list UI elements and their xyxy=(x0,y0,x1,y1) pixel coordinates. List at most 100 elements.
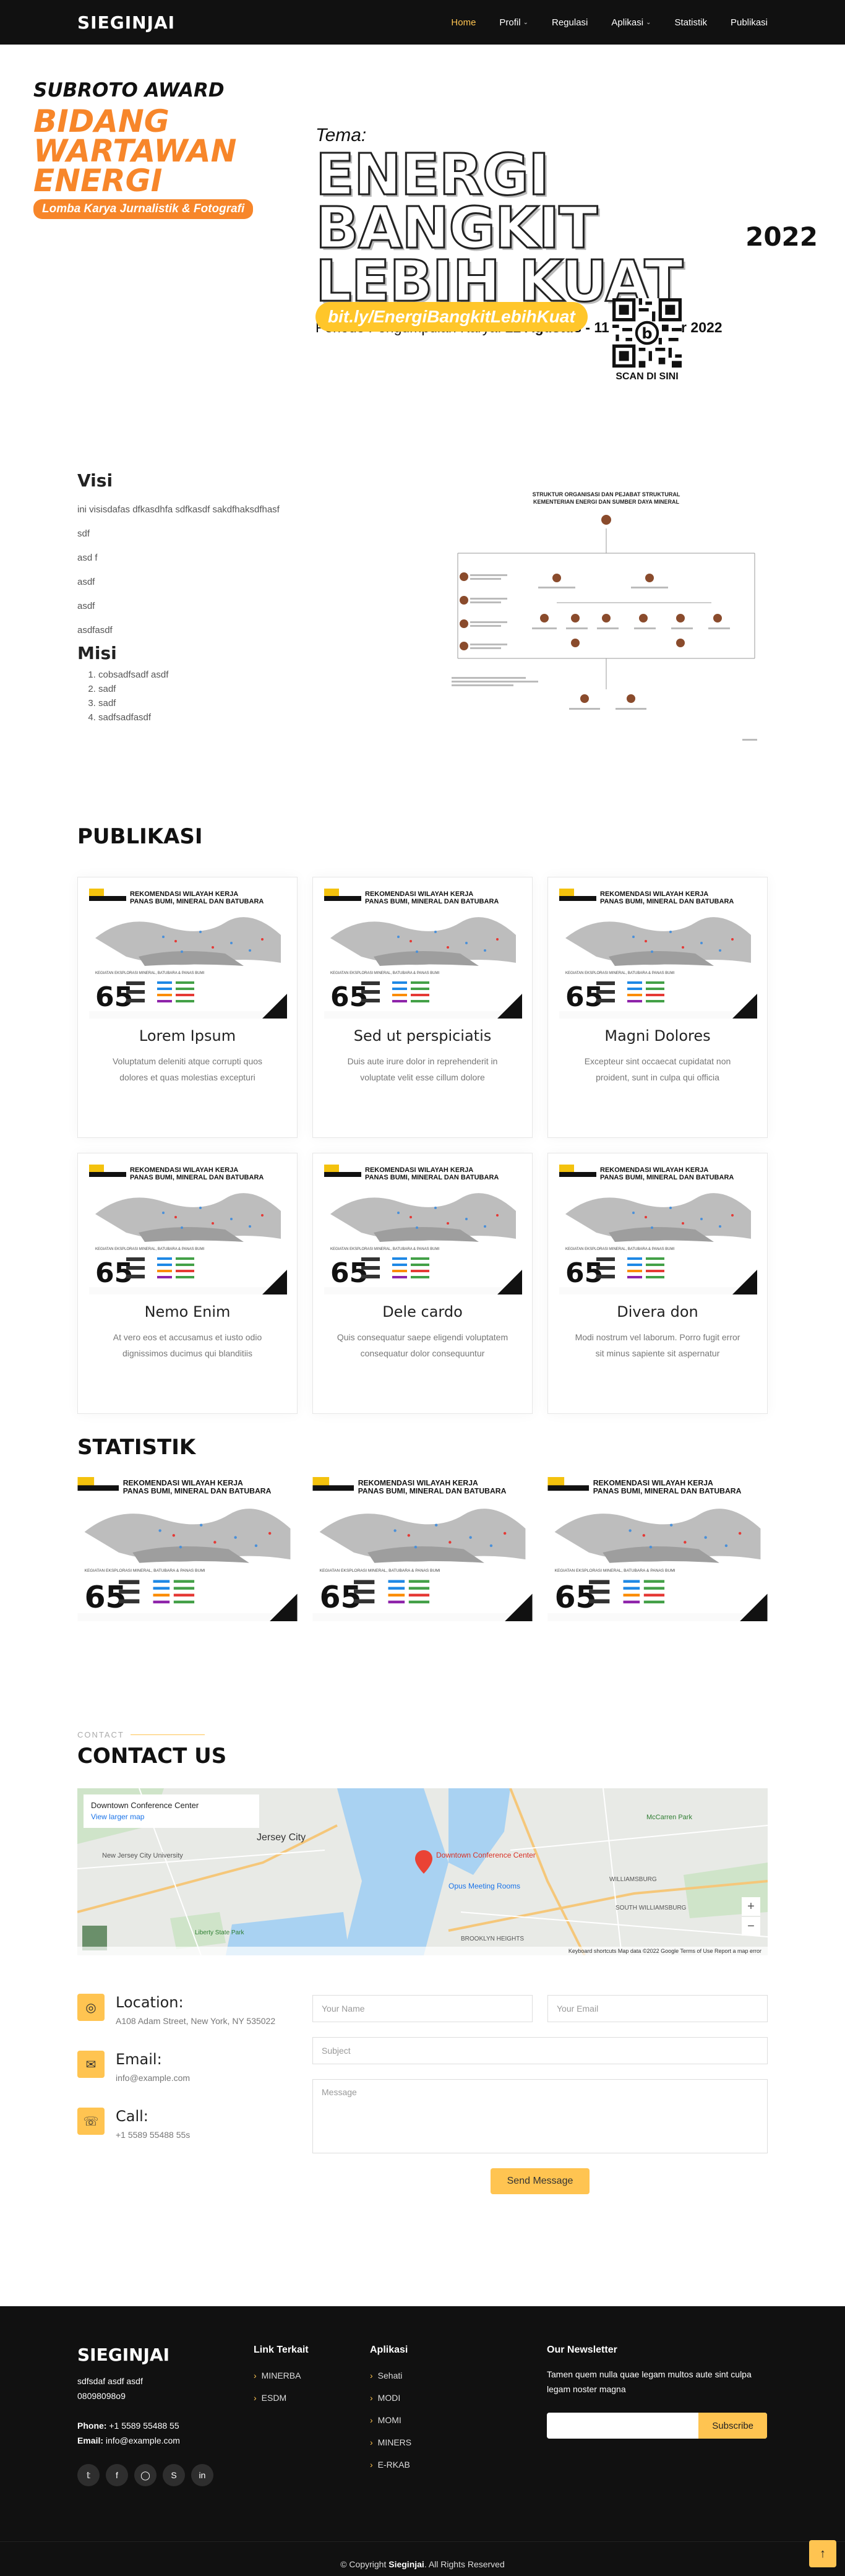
publication-poster-image: REKOMENDASI WILAYAH KERJA PANAS BUMI, MI… xyxy=(559,889,757,1019)
svg-text:PANAS BUMI, MINERAL DAN BATUBA: PANAS BUMI, MINERAL DAN BATUBARA xyxy=(123,1487,272,1496)
footer-newsletter: Our Newsletter Tamen quem nulla quae leg… xyxy=(547,2345,770,2439)
contact-info: ◎ Location: A108 Adam Street, New York, N… xyxy=(77,1994,300,2165)
publication-card[interactable]: REKOMENDASI WILAYAH KERJA PANAS BUMI, MI… xyxy=(77,1153,298,1414)
award-category: BIDANG WARTAWAN ENERGI xyxy=(33,103,237,199)
call-item: ☏ Call: +1 5589 55488 55s xyxy=(77,2108,300,2140)
nav-publikasi[interactable]: Publikasi xyxy=(731,17,768,28)
contact-eyebrow: CONTACT xyxy=(77,1730,205,1739)
statistik-image[interactable]: REKOMENDASI WILAYAH KERJA PANAS BUMI, MI… xyxy=(77,1477,298,1621)
footer-app-erkab[interactable]: › E-RKAB xyxy=(370,2453,411,2476)
zoom-out-icon: − xyxy=(747,1919,755,1933)
nav-statistik[interactable]: Statistik xyxy=(674,17,707,28)
publication-description: Quis consequatur saepe eligendi voluptat… xyxy=(337,1332,508,1358)
back-to-top-button[interactable]: ↑ xyxy=(809,2540,836,2567)
svg-text:SOUTH WILLIAMSBURG: SOUTH WILLIAMSBURG xyxy=(616,1905,687,1911)
publication-title: Dele cardo xyxy=(382,1303,463,1320)
svg-text:REKOMENDASI WILAYAH KERJA: REKOMENDASI WILAYAH KERJA xyxy=(358,1478,478,1487)
footer-link-esdm[interactable]: › ESDM xyxy=(254,2387,309,2409)
footer-link-minerba[interactable]: › MINERBA xyxy=(254,2364,309,2387)
visi-line: asdfasdf xyxy=(77,625,113,635)
org-chart-image: STRUKTUR ORGANISASI DAN PEJABAT STRUKTUR… xyxy=(452,491,757,741)
publication-card[interactable]: REKOMENDASI WILAYAH KERJA PANAS BUMI, MI… xyxy=(312,877,533,1138)
publication-card[interactable]: REKOMENDASI WILAYAH KERJA PANAS BUMI, MI… xyxy=(77,877,298,1138)
footer-app-sehati[interactable]: › Sehati xyxy=(370,2364,411,2387)
misi-item: sadf xyxy=(98,684,387,694)
newsletter-email-input[interactable] xyxy=(547,2413,698,2439)
svg-text:65: 65 xyxy=(565,981,603,1013)
org-chart-title: STRUKTUR ORGANISASI DAN PEJABAT STRUKTUR… xyxy=(533,491,680,498)
message-textarea[interactable]: Message xyxy=(312,2079,768,2153)
contact-title: CONTACT US xyxy=(77,1744,227,1768)
svg-text:KEGIATAN EKSPLORASI MINERAL, B: KEGIATAN EKSPLORASI MINERAL, BATUBARA & … xyxy=(330,971,440,975)
tema-title: ENERGI BANGKIT LEBIH KUAT xyxy=(315,142,684,314)
publication-card[interactable]: REKOMENDASI WILAYAH KERJA PANAS BUMI, MI… xyxy=(547,877,768,1138)
hero-banner: SUBROTO AWARD BIDANG WARTAWAN ENERGI Lom… xyxy=(0,45,845,391)
nav-profil[interactable]: Profil ⌄ xyxy=(499,17,528,28)
publication-title: Lorem Ipsum xyxy=(139,1027,236,1045)
svg-text:REKOMENDASI WILAYAH KERJA: REKOMENDASI WILAYAH KERJA xyxy=(600,890,708,898)
subject-input[interactable]: Subject xyxy=(312,2037,768,2064)
arrow-up-icon: ↑ xyxy=(820,2546,826,2561)
footer-link-terkait: Link Terkait › MINERBA › ESDM xyxy=(254,2345,309,2409)
publication-poster-image: REKOMENDASI WILAYAH KERJA PANAS BUMI, MI… xyxy=(77,1477,298,1621)
twitter-icon[interactable]: 𝕥 xyxy=(77,2464,100,2486)
svg-text:65: 65 xyxy=(555,1580,597,1615)
email-input[interactable]: Your Email xyxy=(547,1995,768,2022)
publication-poster-image: REKOMENDASI WILAYAH KERJA PANAS BUMI, MI… xyxy=(547,1477,768,1621)
nav-home[interactable]: Home xyxy=(451,17,476,28)
nav-regulasi[interactable]: Regulasi xyxy=(552,17,588,28)
site-logo[interactable]: SIEGINJAI xyxy=(77,12,175,33)
publication-title: Divera don xyxy=(617,1303,698,1320)
envelope-icon: ✉ xyxy=(77,2051,105,2078)
statistik-image[interactable]: REKOMENDASI WILAYAH KERJA PANAS BUMI, MI… xyxy=(547,1477,768,1621)
subscribe-button[interactable]: Subscribe xyxy=(698,2413,767,2439)
phone-number[interactable]: +1 5589 55488 55s xyxy=(116,2130,190,2140)
email-item: ✉ Email: info@example.com xyxy=(77,2051,300,2083)
name-input[interactable]: Your Name xyxy=(312,1995,533,2022)
svg-text:McCarren Park: McCarren Park xyxy=(646,1814,692,1821)
email-address[interactable]: info@example.com xyxy=(116,2073,190,2083)
svg-text:PANAS BUMI, MINERAL DAN BATUBA: PANAS BUMI, MINERAL DAN BATUBARA xyxy=(600,898,734,905)
linkedin-icon[interactable]: in xyxy=(191,2464,213,2486)
publication-title: Nemo Enim xyxy=(144,1303,231,1320)
publication-poster-image: REKOMENDASI WILAYAH KERJA PANAS BUMI, MI… xyxy=(89,1165,287,1294)
google-map[interactable]: Downtown Conference Center View larger m… xyxy=(77,1788,768,1955)
svg-text:65: 65 xyxy=(565,1257,603,1289)
misi-item: sadfsadfasdf xyxy=(98,712,387,723)
svg-text:65: 65 xyxy=(320,1580,362,1615)
org-chart-subtitle: KEMENTERIAN ENERGI DAN SUMBER DAYA MINER… xyxy=(533,499,680,505)
svg-text:65: 65 xyxy=(85,1580,127,1615)
copyright: © Copyright Sieginjai. All Rights Reserv… xyxy=(0,2541,845,2576)
svg-text:Downtown Conference Center: Downtown Conference Center xyxy=(436,1851,536,1859)
publication-poster-image: REKOMENDASI WILAYAH KERJA PANAS BUMI, MI… xyxy=(559,1165,757,1294)
send-message-button[interactable]: Send Message xyxy=(491,2168,590,2194)
svg-text:65: 65 xyxy=(95,981,133,1013)
publication-description: Excepteur sint occaecat cupidatat non pr… xyxy=(584,1056,731,1082)
nav-aplikasi[interactable]: Aplikasi ⌄ xyxy=(611,17,651,28)
svg-text:PANAS BUMI, MINERAL DAN BATUBA: PANAS BUMI, MINERAL DAN BATUBARA xyxy=(365,898,499,905)
svg-text:Opus Meeting Rooms: Opus Meeting Rooms xyxy=(448,1882,520,1890)
facebook-icon[interactable]: f xyxy=(106,2464,128,2486)
svg-text:65: 65 xyxy=(95,1257,133,1289)
publication-card[interactable]: REKOMENDASI WILAYAH KERJA PANAS BUMI, MI… xyxy=(312,1153,533,1414)
visi-line: ini visisdafas dfkasdhfa sdfkasdf sakdfh… xyxy=(77,504,280,515)
contact-section: CONTACT CONTACT US Downtown Conference C… xyxy=(0,1684,845,2306)
publication-poster-image: REKOMENDASI WILAYAH KERJA PANAS BUMI, MI… xyxy=(324,889,522,1019)
svg-text:REKOMENDASI WILAYAH KERJA: REKOMENDASI WILAYAH KERJA xyxy=(600,1166,708,1174)
footer-app-momi[interactable]: › MOMI xyxy=(370,2409,411,2431)
statistik-image[interactable]: REKOMENDASI WILAYAH KERJA PANAS BUMI, MI… xyxy=(312,1477,533,1621)
skype-icon[interactable]: S xyxy=(163,2464,185,2486)
publication-title: Sed ut perspiciatis xyxy=(353,1027,492,1045)
registration-link[interactable]: bit.ly/EnergiBangkitLebihKuat xyxy=(315,302,588,332)
footer-app-modi[interactable]: › MODI xyxy=(370,2387,411,2409)
about-section: Visi ini visisdafas dfkasdhfa sdfkasdf s… xyxy=(0,391,845,762)
footer-app-miners[interactable]: › MINERS xyxy=(370,2431,411,2453)
newsletter-form: Subscribe xyxy=(547,2413,767,2439)
svg-text:KEGIATAN EKSPLORASI MINERAL, B: KEGIATAN EKSPLORASI MINERAL, BATUBARA & … xyxy=(565,1247,675,1251)
publication-card[interactable]: REKOMENDASI WILAYAH KERJA PANAS BUMI, MI… xyxy=(547,1153,768,1414)
publication-title: Magni Dolores xyxy=(604,1027,711,1045)
svg-text:BROOKLYN HEIGHTS: BROOKLYN HEIGHTS xyxy=(461,1936,524,1942)
instagram-icon[interactable]: ◯ xyxy=(134,2464,157,2486)
publikasi-section: PUBLIKASI REKOMENDASI WILAYAH KERJA PANA… xyxy=(0,762,845,1414)
publication-poster-image: REKOMENDASI WILAYAH KERJA PANAS BUMI, MI… xyxy=(89,889,287,1019)
